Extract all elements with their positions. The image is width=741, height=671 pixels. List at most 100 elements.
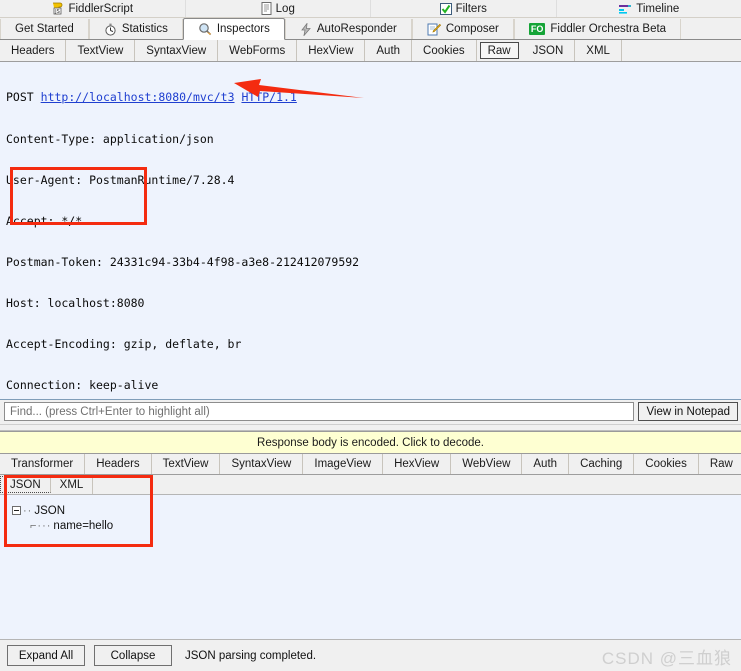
- format-tab-xml[interactable]: XML: [51, 475, 94, 494]
- request-tab-headers[interactable]: Headers: [0, 40, 66, 61]
- tab-composer[interactable]: Composer: [412, 19, 514, 39]
- fo-badge-icon: FO: [529, 23, 546, 35]
- request-tab-cookies[interactable]: Cookies: [412, 40, 477, 61]
- tab-fiddler-orchestra-beta[interactable]: FO Fiddler Orchestra Beta: [514, 19, 681, 39]
- response-tab-raw[interactable]: Raw: [699, 454, 741, 474]
- tab-autoresponder[interactable]: AutoResponder: [285, 19, 412, 39]
- response-tab-webview[interactable]: WebView: [451, 454, 522, 474]
- top-toolbar: JS FiddlerScript Log Filters: [0, 0, 741, 18]
- view-in-notepad-button[interactable]: View in Notepad: [638, 402, 738, 421]
- toolbar-item-log[interactable]: Log: [186, 0, 372, 17]
- format-tab-json[interactable]: JSON: [0, 476, 51, 493]
- response-encoded-notice[interactable]: Response body is encoded. Click to decod…: [0, 431, 741, 454]
- request-tab-filler: [622, 40, 741, 61]
- request-url[interactable]: http://localhost:8080/mvc/t3: [41, 90, 235, 104]
- response-tab-transformer[interactable]: Transformer: [0, 454, 85, 474]
- json-tree-root-label: JSON: [34, 505, 65, 517]
- toolbar-item-fiddlerscript[interactable]: JS FiddlerScript: [0, 0, 186, 17]
- tab-label: Statistics: [122, 23, 168, 35]
- fiddlerscript-icon: JS: [51, 2, 64, 15]
- request-raw-content: POST http://localhost:8080/mvc/t3 HTTP/1…: [6, 64, 737, 397]
- filters-checkbox-icon: [440, 3, 452, 15]
- format-tab-filler: [93, 475, 741, 494]
- magnifier-icon: [198, 22, 212, 36]
- toolbar-item-filters[interactable]: Filters: [371, 0, 557, 17]
- request-raw-panel[interactable]: POST http://localhost:8080/mvc/t3 HTTP/1…: [0, 62, 741, 400]
- tab-statistics[interactable]: Statistics: [89, 19, 183, 39]
- panel-splitter[interactable]: [0, 424, 741, 431]
- log-icon: [261, 2, 272, 15]
- response-tab-imageview[interactable]: ImageView: [303, 454, 383, 474]
- response-tab-auth[interactable]: Auth: [522, 454, 569, 474]
- collapse-label: Collapse: [111, 650, 156, 662]
- json-tree-root-node[interactable]: ·· JSON: [12, 503, 741, 518]
- expand-all-button[interactable]: Expand All: [7, 645, 85, 666]
- response-tab-syntaxview[interactable]: SyntaxView: [220, 454, 303, 474]
- request-tab-xml[interactable]: XML: [575, 40, 622, 61]
- request-header-postman-token: Postman-Token: 24331c94-33b4-4f98-a3e8-2…: [6, 256, 737, 270]
- request-header-accept-encoding: Accept-Encoding: gzip, deflate, br: [6, 338, 737, 352]
- response-tab-label: TextView: [163, 458, 209, 470]
- expand-all-label: Expand All: [19, 650, 73, 662]
- request-tab-label: Cookies: [423, 45, 465, 57]
- response-tab-label: Caching: [580, 458, 622, 470]
- find-input[interactable]: Find... (press Ctrl+Enter to highlight a…: [4, 402, 634, 421]
- json-tree-node-name[interactable]: ⌐··· name=hello: [12, 518, 741, 533]
- parsing-status-text: JSON parsing completed.: [185, 650, 316, 662]
- request-tab-json[interactable]: JSON: [522, 40, 576, 61]
- find-input-placeholder: Find... (press Ctrl+Enter to highlight a…: [10, 406, 210, 418]
- request-tab-hexview[interactable]: HexView: [297, 40, 365, 61]
- response-tab-textview[interactable]: TextView: [152, 454, 221, 474]
- request-headers-block: POST http://localhost:8080/mvc/t3 HTTP/1…: [6, 64, 737, 400]
- format-tab-label: XML: [60, 479, 84, 491]
- request-line: POST http://localhost:8080/mvc/t3 HTTP/1…: [6, 91, 737, 105]
- request-tab-label: Headers: [11, 45, 54, 57]
- tab-inspectors[interactable]: Inspectors: [183, 18, 285, 40]
- request-header-accept: Accept: */*: [6, 215, 737, 229]
- request-tab-syntaxview[interactable]: SyntaxView: [135, 40, 218, 61]
- request-tab-label: TextView: [77, 45, 123, 57]
- response-tab-hexview[interactable]: HexView: [383, 454, 451, 474]
- notepad-pencil-icon: [427, 23, 441, 36]
- toolbar-item-label: Timeline: [636, 3, 679, 15]
- tab-get-started[interactable]: Get Started: [0, 19, 89, 39]
- request-header-user-agent: User-Agent: PostmanRuntime/7.28.4: [6, 174, 737, 188]
- request-tab-raw[interactable]: Raw: [480, 42, 519, 59]
- request-tab-textview[interactable]: TextView: [66, 40, 135, 61]
- tab-label: Fiddler Orchestra Beta: [550, 23, 666, 35]
- request-tab-label: Auth: [376, 45, 400, 57]
- request-header-host: Host: localhost:8080: [6, 297, 737, 311]
- toolbar-item-timeline[interactable]: Timeline: [557, 0, 741, 17]
- response-tab-cookies[interactable]: Cookies: [634, 454, 699, 474]
- response-tab-headers[interactable]: Headers: [85, 454, 151, 474]
- tab-label: Inspectors: [217, 23, 270, 35]
- request-tab-label: HexView: [308, 45, 353, 57]
- tab-label: AutoResponder: [317, 23, 397, 35]
- response-tab-label: Cookies: [645, 458, 687, 470]
- request-tab-label: Raw: [488, 45, 511, 57]
- response-json-panel: JSON XML ·· JSON ⌐··· name=hello: [0, 475, 741, 584]
- request-header-connection: Connection: keep-alive: [6, 379, 737, 393]
- response-tab-label: Headers: [96, 458, 139, 470]
- toolbar-item-label: Log: [276, 3, 295, 15]
- request-tab-auth[interactable]: Auth: [365, 40, 412, 61]
- tab-label: Get Started: [15, 23, 74, 35]
- view-in-notepad-label: View in Notepad: [646, 406, 730, 418]
- json-tree[interactable]: ·· JSON ⌐··· name=hello: [0, 495, 741, 533]
- response-tab-caching[interactable]: Caching: [569, 454, 634, 474]
- collapse-button[interactable]: Collapse: [94, 645, 172, 666]
- response-encoded-notice-text: Response body is encoded. Click to decod…: [257, 437, 484, 449]
- request-method: POST: [6, 90, 34, 104]
- request-tab-label: SyntaxView: [146, 45, 206, 57]
- response-tab-label: SyntaxView: [231, 458, 291, 470]
- csdn-watermark: CSDN @三血狼: [602, 644, 732, 669]
- response-tab-label: WebView: [462, 458, 510, 470]
- request-tab-webforms[interactable]: WebForms: [218, 40, 297, 61]
- response-format-tab-bar: JSON XML: [0, 475, 741, 495]
- tree-collapse-icon[interactable]: [12, 506, 21, 515]
- request-tab-label: WebForms: [229, 45, 285, 57]
- tab-label: Composer: [446, 23, 499, 35]
- request-inspector-tab-bar: Headers TextView SyntaxView WebForms Hex…: [0, 40, 741, 62]
- request-http-version: HTTP/1.1: [241, 90, 296, 104]
- response-tab-label: Raw: [710, 458, 733, 470]
